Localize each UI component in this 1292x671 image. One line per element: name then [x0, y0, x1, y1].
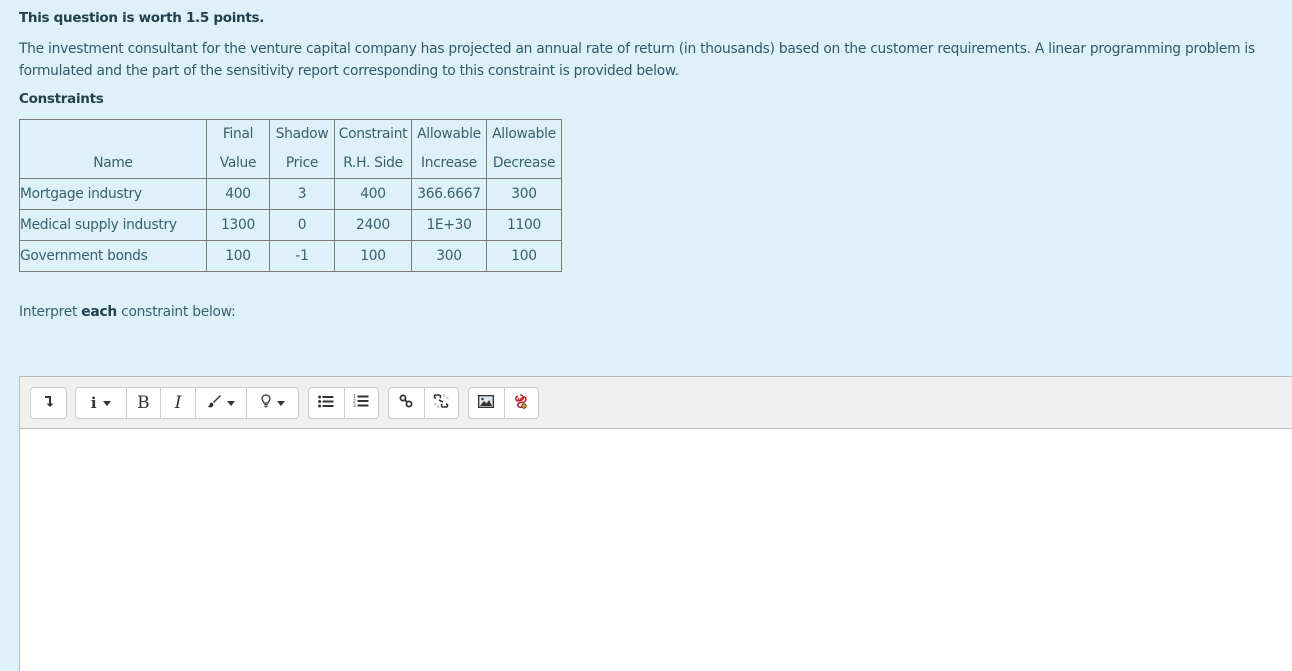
constraints-table: Name Final Value Shadow Price Constraint… [19, 119, 562, 272]
unordered-list-button[interactable] [309, 388, 345, 418]
toolbar-group-lists: 1 2 3 [308, 387, 379, 419]
cell-final-value: 400 [206, 178, 270, 210]
editor-content-area[interactable] [20, 429, 1292, 671]
toolbar-toggle-button[interactable] [31, 388, 66, 418]
link-icon [399, 394, 413, 412]
unlink-icon [433, 393, 449, 413]
cell-shadow-price: 0 [269, 209, 335, 241]
question-points: This question is worth 1.5 points. [19, 10, 265, 26]
italic-icon: I [174, 393, 182, 413]
table-row: Government bonds 100 -1 100 300 100 [19, 240, 562, 272]
media-button[interactable] [505, 388, 539, 418]
highlight-button[interactable] [247, 388, 298, 418]
header-allowable-decrease: Allowable Decrease [486, 119, 562, 179]
cell-allowable-decrease: 300 [486, 178, 562, 210]
image-icon [478, 394, 495, 412]
toolbar-group-media [468, 387, 539, 419]
text-color-button[interactable] [196, 388, 248, 418]
chevron-down-icon [102, 400, 111, 406]
cell-rhs: 2400 [334, 209, 412, 241]
cell-final-value: 100 [206, 240, 270, 272]
cell-shadow-price: 3 [269, 178, 335, 210]
table-row: Medical supply industry 1300 0 2400 1E+3… [19, 209, 562, 241]
header-rhs: Constraint R.H. Side [334, 119, 412, 179]
table-row: Mortgage industry 400 3 400 366.6667 300 [19, 178, 562, 210]
cell-rhs: 400 [334, 178, 412, 210]
cell-name: Government bonds [19, 240, 207, 272]
toolbar-group-toggle [30, 387, 67, 419]
unlink-button[interactable] [425, 388, 459, 418]
italic-button[interactable]: I [161, 388, 196, 418]
arrow-down-to-line-icon [44, 395, 54, 412]
header-final-value: Final Value [206, 119, 270, 179]
chevron-down-icon [276, 400, 285, 406]
numbered-list-icon: 1 2 3 [353, 394, 369, 412]
cell-allowable-increase: 1E+30 [411, 209, 487, 241]
svg-text:3: 3 [353, 403, 356, 408]
cell-allowable-decrease: 100 [486, 240, 562, 272]
header-name: Name [19, 119, 207, 179]
link-button[interactable] [389, 388, 425, 418]
cell-rhs: 100 [334, 240, 412, 272]
paragraph-styles-button[interactable]: i [76, 388, 127, 418]
cell-allowable-decrease: 1100 [486, 209, 562, 241]
instruction-text: Interpret each constraint below: [19, 304, 236, 320]
table-header-row: Name Final Value Shadow Price Constraint… [19, 119, 562, 179]
ordered-list-button[interactable]: 1 2 3 [345, 388, 379, 418]
cell-allowable-increase: 366.6667 [411, 178, 487, 210]
bullet-list-icon [318, 395, 334, 412]
info-icon: i [90, 394, 97, 412]
cell-final-value: 1300 [206, 209, 270, 241]
paintbrush-icon [207, 394, 222, 412]
header-shadow-price: Shadow Price [269, 119, 335, 179]
lightbulb-icon [261, 394, 271, 412]
cell-shadow-price: -1 [269, 240, 335, 272]
section-title: Constraints [19, 91, 104, 107]
bold-icon: B [137, 393, 150, 413]
chevron-down-icon [227, 400, 236, 406]
editor-toolbar: i B I 1 2 3 [20, 377, 1292, 429]
question-page: This question is worth 1.5 points. The i… [0, 0, 1292, 671]
cell-allowable-increase: 300 [411, 240, 487, 272]
header-allowable-increase: Allowable Increase [411, 119, 487, 179]
media-icon [514, 393, 528, 413]
cell-name: Mortgage industry [19, 178, 207, 210]
toolbar-group-format: i B I [75, 387, 299, 419]
toolbar-group-links [388, 387, 459, 419]
rich-text-editor: i B I 1 2 3 [19, 376, 1292, 671]
image-button[interactable] [469, 388, 505, 418]
question-prompt: The investment consultant for the ventur… [19, 41, 1255, 79]
cell-name: Medical supply industry [19, 209, 207, 241]
bold-button[interactable]: B [127, 388, 162, 418]
